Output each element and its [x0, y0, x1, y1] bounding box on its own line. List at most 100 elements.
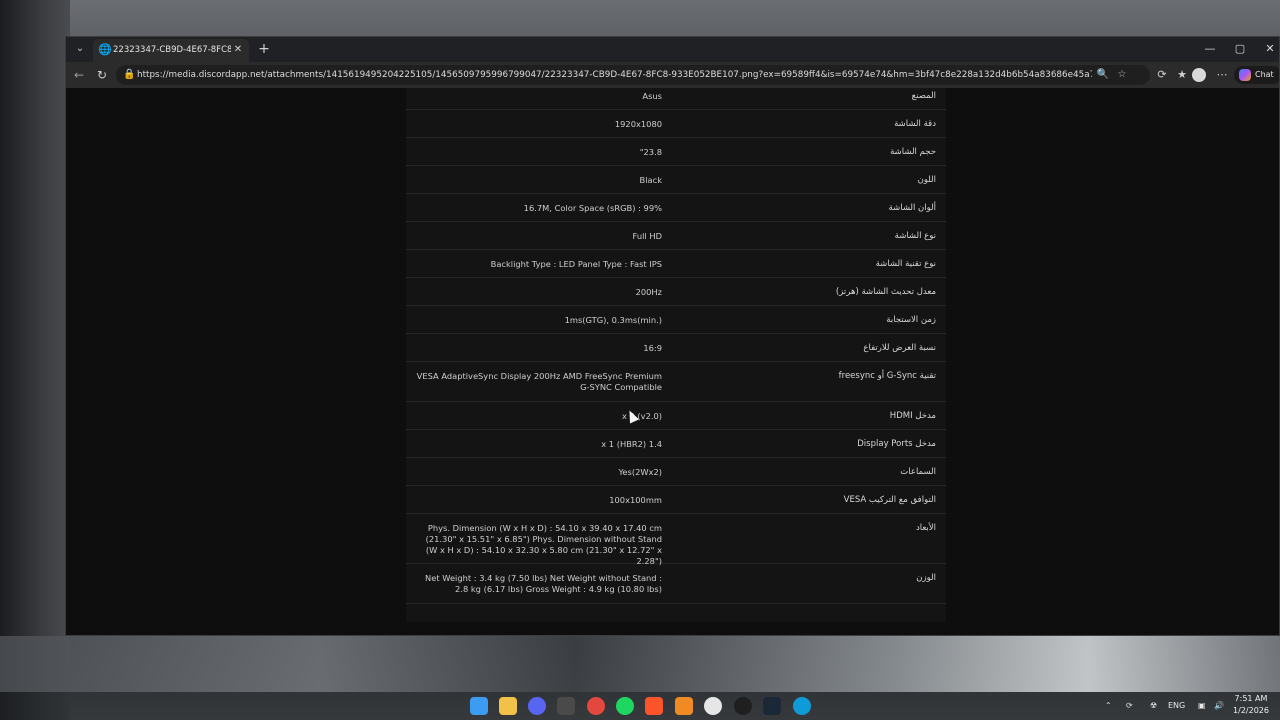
- minimize-icon[interactable]: —: [1195, 39, 1225, 59]
- spec-value: Full HD: [632, 231, 662, 241]
- spec-label: الأبعاد: [915, 523, 936, 533]
- spec-label: الوزن: [916, 573, 936, 583]
- tray-overflow-icon[interactable]: ⌃: [1105, 700, 1112, 712]
- back-arrow-icon[interactable]: ←: [71, 67, 87, 83]
- tab-close-icon[interactable]: ✕: [231, 43, 245, 57]
- spec-label: دقة الشاشة: [894, 119, 936, 129]
- obs-icon[interactable]: [734, 697, 752, 715]
- chrome-icon[interactable]: [587, 697, 605, 715]
- display-icon[interactable]: ▣: [1198, 700, 1206, 712]
- spec-value: Phys. Dimension (W x H x D) : 54.10 x 39…: [425, 523, 662, 566]
- spec-label: اللون: [917, 175, 936, 185]
- edge-icon[interactable]: [793, 697, 811, 715]
- spec-value: Black: [639, 175, 662, 185]
- desktop-wallpaper-left: [0, 0, 70, 720]
- spec-label: حجم الشاشة: [890, 147, 936, 157]
- spec-value: 1ms(GTG), 0.3ms(min.): [564, 315, 662, 325]
- tab-bar: ⌄ 🌐 22323347-CB9D-4E67-8FC8-933E052BE107…: [66, 37, 1279, 62]
- network-sync-icon[interactable]: ⟳: [1126, 700, 1133, 712]
- spec-value: 16:9: [643, 343, 662, 353]
- maximize-icon[interactable]: ▢: [1225, 39, 1255, 59]
- globe-icon: 🌐: [98, 43, 112, 56]
- zoom-icon[interactable]: 🔍: [1096, 68, 1110, 82]
- spec-value: 1920x1080: [614, 119, 662, 129]
- spec-value: 100x100mm: [609, 495, 662, 505]
- discord-icon[interactable]: [528, 697, 546, 715]
- spec-value: 200Hz: [635, 287, 662, 297]
- spec-row: زمن الاستجابة 1ms(GTG), 0.3ms(min.): [406, 306, 946, 334]
- address-bar[interactable]: 🔒 https://media.discordapp.net/attachmen…: [116, 65, 1150, 85]
- app-icon[interactable]: [675, 697, 693, 715]
- spec-label: السماعات: [900, 467, 936, 477]
- spec-label: تقنية G-Sync أو freesync: [838, 371, 936, 381]
- spec-row: المصنع Asus: [406, 88, 946, 110]
- copilot-label: Chat: [1255, 70, 1274, 79]
- spec-row: ألوان الشاشة 16.7M, Color Space (sRGB) : …: [406, 194, 946, 222]
- usb-icon[interactable]: ☢: [1150, 700, 1157, 712]
- browser-window: ⌄ 🌐 22323347-CB9D-4E67-8FC8-933E052BE107…: [65, 36, 1280, 636]
- spec-value: Yes(2Wx2): [618, 467, 662, 477]
- refresh-icon[interactable]: ↻: [94, 67, 110, 83]
- tab-active[interactable]: 🌐 22323347-CB9D-4E67-8FC8-933E052BE107.p…: [93, 39, 249, 62]
- clock-date: 1/2/2026: [1233, 706, 1269, 715]
- copilot-icon: [1239, 69, 1251, 81]
- tab-list-chevron-icon[interactable]: ⌄: [72, 41, 88, 57]
- file-explorer-icon[interactable]: [499, 697, 517, 715]
- github-icon[interactable]: [704, 697, 722, 715]
- spec-row: مدخل Display Ports x 1 (HBR2) 1.4: [406, 430, 946, 458]
- clock-time: 7:51 AM: [1234, 694, 1268, 703]
- spec-label: ألوان الشاشة: [888, 203, 936, 213]
- new-tab-plus-icon[interactable]: +: [256, 41, 272, 57]
- spec-row: اللون Black: [406, 166, 946, 194]
- start-icon[interactable]: [470, 697, 488, 715]
- xbox-icon[interactable]: [557, 697, 575, 715]
- favorites-icon[interactable]: ★: [1174, 67, 1190, 83]
- profile-avatar[interactable]: [1192, 68, 1206, 82]
- spec-row: حجم الشاشة "23.8: [406, 138, 946, 166]
- spec-row: نوع الشاشة Full HD: [406, 222, 946, 250]
- spec-label: التوافق مع التركيب VESA: [843, 495, 936, 505]
- spec-label: المصنع: [911, 91, 936, 101]
- copilot-chat-button[interactable]: Chat: [1234, 66, 1279, 84]
- close-window-icon[interactable]: ✕: [1255, 39, 1279, 59]
- specs-table: المصنع Asus دقة الشاشة 1920x1080 حجم الشاشة "…: [406, 88, 946, 622]
- spec-row: الأبعاد Phys. Dimension (W x H x D) : 54.…: [406, 514, 946, 566]
- spec-label: نوع الشاشة: [894, 231, 936, 241]
- spec-row: نوع تقنية الشاشة Backlight Type : LED Pan…: [406, 250, 946, 278]
- url-text: https://media.discordapp.net/attachments…: [137, 70, 1092, 80]
- spec-row: دقة الشاشة 1920x1080: [406, 110, 946, 138]
- spec-value: Net Weight : 3.4 kg (7.50 lbs) Net Weigh…: [425, 573, 662, 594]
- spec-value: Backlight Type : LED Panel Type : Fast I…: [490, 259, 662, 269]
- spec-value: Asus: [642, 91, 662, 101]
- spec-row: معدل تحديث الشاشة (هرتز) 200Hz: [406, 278, 946, 306]
- spec-row: مدخل HDMI x 2 (v2.0): [406, 402, 946, 430]
- spec-row: نسبة العرض للارتفاع 16:9: [406, 334, 946, 362]
- spec-label: نسبة العرض للارتفاع: [863, 343, 936, 353]
- browser-toolbar: ← ↻ 🔒 https://media.discordapp.net/attac…: [66, 62, 1279, 88]
- more-menu-icon[interactable]: ⋯: [1214, 67, 1230, 83]
- spec-value: VESA AdaptiveSync Display 200Hz AMD Free…: [416, 371, 662, 392]
- extensions-icon[interactable]: ⟳: [1154, 67, 1170, 83]
- site-info-icon[interactable]: 🔒: [123, 68, 135, 82]
- spec-label: نوع تقنية الشاشة: [875, 259, 936, 269]
- spec-row: الوزن Net Weight : 3.4 kg (7.50 lbs) Net …: [406, 564, 946, 604]
- spec-label: زمن الاستجابة: [886, 315, 936, 325]
- spec-value: "23.8: [639, 147, 662, 157]
- spec-label: مدخل HDMI: [889, 411, 936, 421]
- spec-label: معدل تحديث الشاشة (هرتز): [835, 287, 936, 297]
- spec-row: التوافق مع التركيب VESA 100x100mm: [406, 486, 946, 514]
- clock[interactable]: 7:51 AM 1/2/2026: [1228, 693, 1274, 717]
- page-viewport[interactable]: المصنع Asus دقة الشاشة 1920x1080 حجم الشاشة "…: [66, 88, 1279, 635]
- spec-label: مدخل Display Ports: [857, 439, 936, 449]
- language-indicator[interactable]: ENG: [1168, 700, 1185, 712]
- brave-icon[interactable]: [645, 697, 663, 715]
- spotify-icon[interactable]: [616, 697, 634, 715]
- spec-row: السماعات Yes(2Wx2): [406, 458, 946, 486]
- steam-icon[interactable]: [763, 697, 781, 715]
- favorite-star-icon[interactable]: ☆: [1115, 68, 1129, 82]
- desktop-wallpaper-bottom: [0, 636, 1280, 692]
- spec-value: 16.7M, Color Space (sRGB) : 99%: [523, 203, 662, 213]
- tab-title: 22323347-CB9D-4E67-8FC8-933E052BE107.png: [113, 45, 231, 55]
- spec-row: تقنية G-Sync أو freesync VESA AdaptiveSyn…: [406, 362, 946, 402]
- volume-icon[interactable]: 🔊: [1214, 700, 1224, 712]
